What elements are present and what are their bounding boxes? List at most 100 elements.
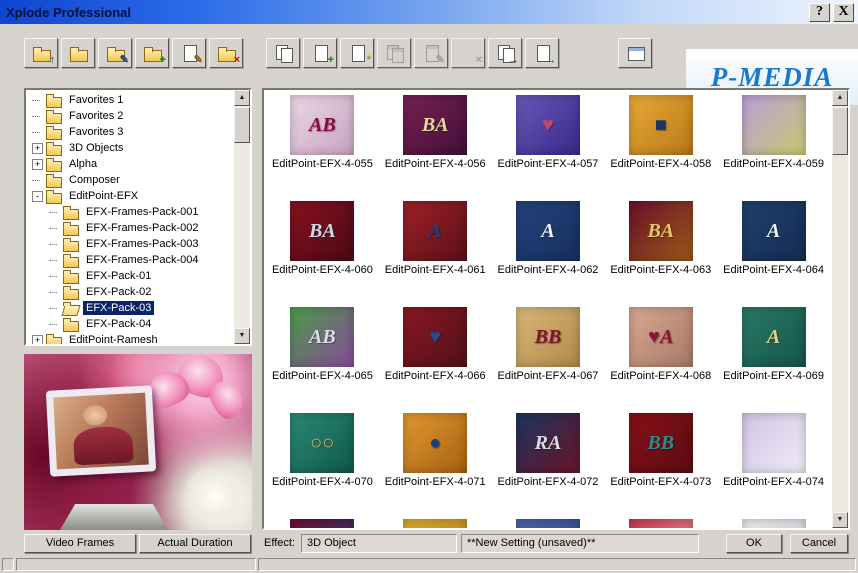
thumbnail-item-editpoint-efx-4-057[interactable]: ♥ EditPoint-EFX-4-057: [492, 95, 605, 170]
effect-type-field[interactable]: 3D Object: [300, 533, 457, 553]
thumbnail-image[interactable]: A: [741, 307, 806, 367]
tree-item-label[interactable]: Composer: [66, 173, 123, 187]
tree-item-efx-frames-pack-004[interactable]: EFX-Frames-Pack-004: [28, 252, 232, 268]
tree-item-label[interactable]: Favorites 1: [66, 93, 126, 107]
thumbnail-image[interactable]: ○○: [290, 413, 355, 473]
tree-item-efx-pack-02[interactable]: EFX-Pack-02: [28, 284, 232, 300]
thumbnail-item-editpoint-efx-4-064[interactable]: A EditPoint-EFX-4-064: [717, 201, 830, 276]
thumbnail-item-editpoint-efx-4-073[interactable]: BB EditPoint-EFX-4-073: [604, 413, 717, 488]
tree-item-label[interactable]: EFX-Pack-01: [83, 269, 154, 283]
tree-item-3d-objects[interactable]: +3D Objects: [28, 140, 232, 156]
thumbnail-item[interactable]: [492, 519, 605, 528]
thumbnail-item-editpoint-efx-4-059[interactable]: EditPoint-EFX-4-059: [717, 95, 830, 170]
tree-item-label[interactable]: EFX-Frames-Pack-003: [83, 237, 201, 251]
expand-icon[interactable]: +: [32, 334, 43, 344]
thumbnail-item-editpoint-efx-4-055[interactable]: AB EditPoint-EFX-4-055: [266, 95, 379, 170]
rename-folder-button[interactable]: ✎: [98, 38, 132, 68]
import-item-button[interactable]: *: [340, 38, 374, 68]
thumbnail-image[interactable]: RA: [515, 413, 580, 473]
video-frames-button[interactable]: Video Frames: [24, 533, 136, 553]
setting-status-field[interactable]: **New Setting (unsaved)**: [460, 533, 699, 553]
details-view-button[interactable]: [618, 38, 652, 68]
thumbnail-item-editpoint-efx-4-060[interactable]: BA EditPoint-EFX-4-060: [266, 201, 379, 276]
thumbnail-item-editpoint-efx-4-062[interactable]: A EditPoint-EFX-4-062: [492, 201, 605, 276]
scroll-down-icon[interactable]: ▼: [832, 512, 848, 528]
thumbnail-item-editpoint-efx-4-072[interactable]: RA EditPoint-EFX-4-072: [492, 413, 605, 488]
new-folder-button[interactable]: [61, 38, 95, 68]
tree-item-composer[interactable]: Composer: [28, 172, 232, 188]
thumbnail-item-editpoint-efx-4-058[interactable]: ■ EditPoint-EFX-4-058: [604, 95, 717, 170]
add-folder-button[interactable]: +: [135, 38, 169, 68]
expand-icon[interactable]: +: [32, 142, 43, 154]
thumbnail-item-editpoint-efx-4-074[interactable]: EditPoint-EFX-4-074: [717, 413, 830, 488]
thumbnail-image[interactable]: [741, 519, 806, 528]
thumbnail-image[interactable]: AB: [290, 307, 355, 367]
thumbnail-item-editpoint-efx-4-066[interactable]: ♥ EditPoint-EFX-4-066: [379, 307, 492, 382]
thumbnail-image[interactable]: BA: [290, 201, 355, 261]
thumbnail-item-editpoint-efx-4-056[interactable]: BA EditPoint-EFX-4-056: [379, 95, 492, 170]
tree-item-favorites-1[interactable]: Favorites 1: [28, 92, 232, 108]
thumbnail-image[interactable]: [628, 519, 693, 528]
thumbnail-image[interactable]: [515, 519, 580, 528]
tree-item-label[interactable]: EFX-Frames-Pack-002: [83, 221, 201, 235]
thumbnail-item-editpoint-efx-4-071[interactable]: ● EditPoint-EFX-4-071: [379, 413, 492, 488]
export-item-button[interactable]: →: [525, 38, 559, 68]
tree-item-editpoint-ramesh[interactable]: + EditPoint-Ramesh: [28, 332, 232, 344]
paste-item-button[interactable]: +: [303, 38, 337, 68]
tree-item-label[interactable]: EFX-Frames-Pack-001: [83, 205, 201, 219]
thumbnail-image[interactable]: ●: [403, 413, 468, 473]
thumbnail-image[interactable]: [403, 519, 468, 528]
tree-item-label[interactable]: EditPoint-Ramesh: [66, 333, 161, 344]
help-button[interactable]: ?: [809, 2, 830, 22]
thumbnail-item-editpoint-efx-4-068[interactable]: ♥A EditPoint-EFX-4-068: [604, 307, 717, 382]
thumbnail-image[interactable]: ■: [628, 95, 693, 155]
tree-item-label[interactable]: EFX-Pack-02: [83, 285, 154, 299]
edit-item-button[interactable]: ✎: [172, 38, 206, 68]
actual-duration-button[interactable]: Actual Duration: [139, 533, 251, 553]
move-item-button[interactable]: →: [488, 38, 522, 68]
tree-scroll-thumb[interactable]: [234, 107, 250, 143]
tree-item-editpoint-efx[interactable]: - EditPoint-EFX: [28, 188, 232, 204]
thumbnail-item-editpoint-efx-4-069[interactable]: A EditPoint-EFX-4-069: [717, 307, 830, 382]
thumbnail-item[interactable]: [379, 519, 492, 528]
tree-item-alpha[interactable]: + Alpha: [28, 156, 232, 172]
delete-folder-button[interactable]: ×: [209, 38, 243, 68]
thumbnail-scroll-thumb[interactable]: [832, 107, 848, 155]
thumbnail-image[interactable]: ♥: [515, 95, 580, 155]
tree-scrollbar[interactable]: ▲ ▼: [234, 90, 250, 344]
thumbnail-image[interactable]: A: [741, 201, 806, 261]
thumbnail-scrollbar[interactable]: ▲ ▼: [832, 90, 848, 528]
tree-item-efx-pack-03[interactable]: EFX-Pack-03: [28, 300, 232, 316]
copy-item-button[interactable]: [266, 38, 300, 68]
thumbnail-image[interactable]: BA: [403, 95, 468, 155]
tree-item-label[interactable]: EFX-Pack-04: [83, 317, 154, 331]
thumbnail-item-editpoint-efx-4-065[interactable]: AB EditPoint-EFX-4-065: [266, 307, 379, 382]
tree-item-label[interactable]: EFX-Frames-Pack-004: [83, 253, 201, 267]
thumbnail-item[interactable]: [717, 519, 830, 528]
thumbnail-image[interactable]: BA: [628, 201, 693, 261]
scroll-up-icon[interactable]: ▲: [832, 90, 848, 106]
thumbnail-image[interactable]: A: [515, 201, 580, 261]
cancel-button[interactable]: Cancel: [790, 533, 848, 553]
tree-item-efx-frames-pack-001[interactable]: EFX-Frames-Pack-001: [28, 204, 232, 220]
thumbnail-image[interactable]: [741, 413, 806, 473]
thumbnail-image[interactable]: BB: [628, 413, 693, 473]
tree-item-label[interactable]: EditPoint-EFX: [66, 189, 141, 203]
tree-item-favorites-2[interactable]: Favorites 2: [28, 108, 232, 124]
thumbnail-image[interactable]: AB: [290, 95, 355, 155]
tree-item-label[interactable]: 3D Objects: [66, 141, 126, 155]
thumbnail-item-editpoint-efx-4-063[interactable]: BA EditPoint-EFX-4-063: [604, 201, 717, 276]
scroll-up-icon[interactable]: ▲: [234, 90, 250, 106]
tree-item-label[interactable]: Alpha: [66, 157, 100, 171]
thumbnail-image[interactable]: A: [403, 201, 468, 261]
thumbnail-item[interactable]: [604, 519, 717, 528]
thumbnail-item-editpoint-efx-4-067[interactable]: BB EditPoint-EFX-4-067: [492, 307, 605, 382]
close-button[interactable]: X: [833, 2, 854, 22]
scroll-down-icon[interactable]: ▼: [234, 328, 250, 344]
tree-item-favorites-3[interactable]: Favorites 3: [28, 124, 232, 140]
tree-item-efx-pack-04[interactable]: EFX-Pack-04: [28, 316, 232, 332]
thumbnail-item-editpoint-efx-4-061[interactable]: A EditPoint-EFX-4-061: [379, 201, 492, 276]
ok-button[interactable]: OK: [726, 533, 782, 553]
thumbnail-image[interactable]: [290, 519, 355, 528]
tree-item-efx-frames-pack-002[interactable]: EFX-Frames-Pack-002: [28, 220, 232, 236]
